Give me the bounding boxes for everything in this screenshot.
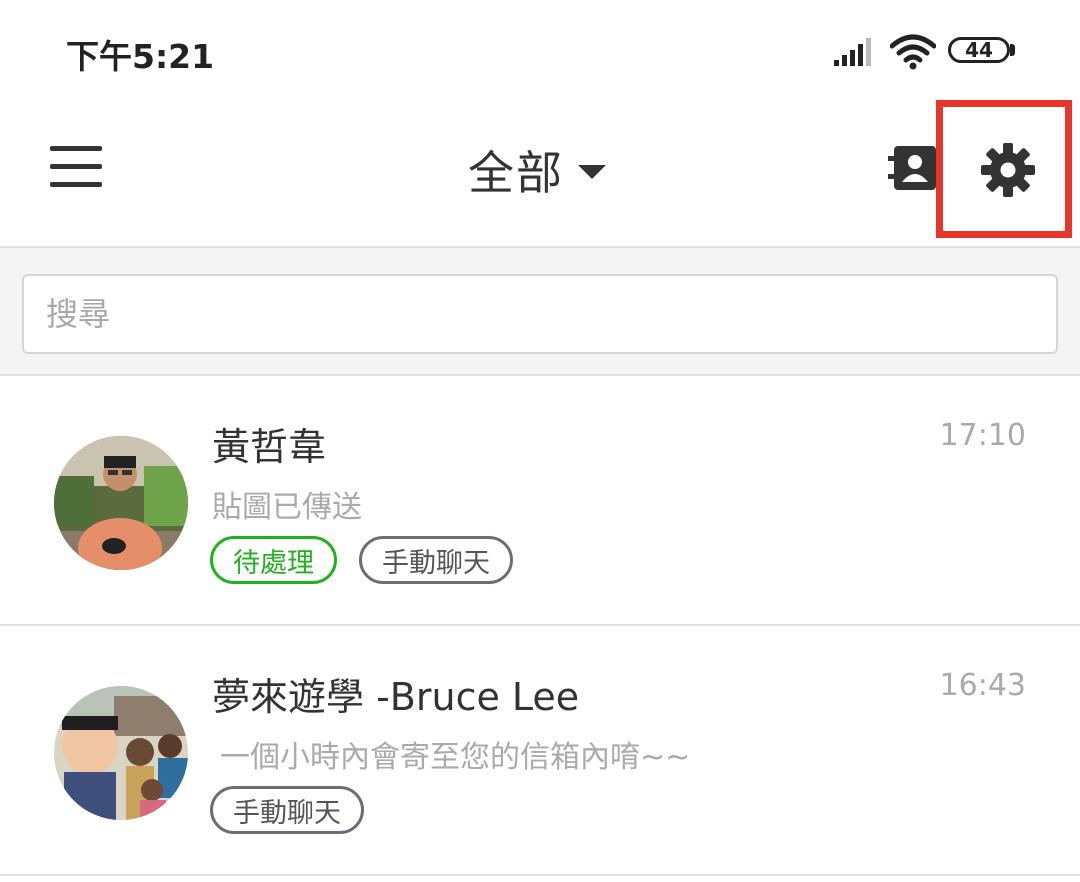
filter-title: 全部	[468, 146, 564, 200]
contact-name: 夢來遊學 -Bruce Lee	[212, 675, 580, 719]
filter-dropdown[interactable]: 全部	[468, 140, 606, 200]
top-toolbar: 全部	[0, 100, 1080, 246]
tag-manual-chat[interactable]: 手動聊天	[210, 786, 364, 834]
chat-list-item[interactable]: 夢來遊學 -Bruce Lee 16:43 一個小時內會寄至您的信箱內唷~~ 手…	[0, 626, 1080, 876]
message-preview: 一個小時內會寄至您的信箱內唷~~	[220, 740, 691, 775]
tag-list: 待處理 手動聊天	[210, 536, 513, 584]
battery-indicator: 44	[948, 37, 1010, 63]
battery-tip	[1010, 44, 1015, 56]
message-time: 17:10	[939, 418, 1026, 453]
avatar	[54, 686, 188, 820]
status-time: 下午5:21	[66, 37, 215, 76]
tag-pending[interactable]: 待處理	[210, 536, 337, 584]
contact-card-icon[interactable]	[888, 144, 936, 192]
tag-manual-chat[interactable]: 手動聊天	[359, 536, 513, 584]
chat-list: 黃哲韋 17:10 貼圖已傳送 待處理 手動聊天 夢來遊學 -Bruce Lee…	[0, 376, 1080, 876]
wifi-icon	[890, 34, 936, 70]
settings-button-highlight[interactable]	[936, 100, 1072, 238]
chat-list-screen: 下午5:21 44 全部 搜尋 黃哲韋 17:10 貼圖已傳送 待處理 手動聊天…	[0, 0, 1080, 882]
hamburger-menu-icon[interactable]	[50, 144, 102, 188]
search-input[interactable]	[22, 274, 1058, 354]
signal-icon	[834, 38, 871, 66]
chat-list-item[interactable]: 黃哲韋 17:10 貼圖已傳送 待處理 手動聊天	[0, 376, 1080, 626]
message-time: 16:43	[939, 668, 1026, 703]
status-bar: 下午5:21 44	[0, 0, 1080, 100]
tag-list: 手動聊天	[210, 786, 364, 834]
avatar	[54, 436, 188, 570]
caret-down-icon	[578, 165, 606, 179]
search-area	[0, 246, 1080, 376]
contact-name: 黃哲韋	[212, 425, 327, 469]
message-preview: 貼圖已傳送	[212, 490, 362, 525]
gear-icon	[981, 143, 1035, 197]
